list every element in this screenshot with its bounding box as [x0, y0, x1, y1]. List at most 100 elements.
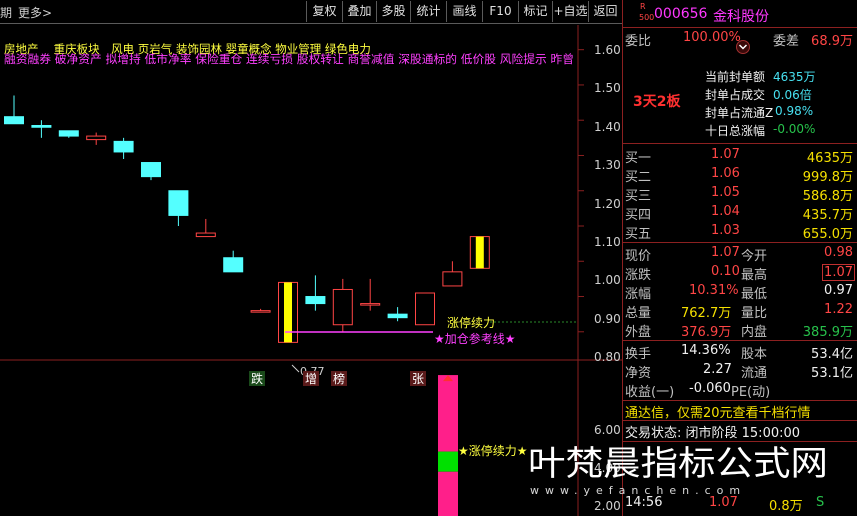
stock-code[interactable]: 000656: [654, 6, 707, 22]
candle[interactable]: [332, 278, 353, 332]
multi-stock-button[interactable]: 多股: [376, 1, 410, 22]
volume-layer: [438, 375, 458, 516]
quote-value: 10.31%: [689, 283, 739, 298]
candle-body: [250, 310, 271, 313]
candle[interactable]: [195, 218, 216, 238]
more-menu[interactable]: 更多>: [18, 4, 52, 21]
candle-body: [195, 232, 216, 238]
quote-value: 385.9万: [802, 325, 853, 340]
buy-order-row[interactable]: 买五 1.03 655.0万: [623, 223, 857, 242]
separator: [623, 400, 857, 401]
volume-signal: ★涨停续力★: [458, 443, 528, 458]
quote-value: 1.07: [822, 264, 855, 281]
candle[interactable]: [469, 236, 490, 269]
collapse-chevron-icon[interactable]: [736, 40, 750, 54]
kline-chart[interactable]: 房地产 重庆板块 风电 页岩气 装饰园林 婴童概念 物业管理 绿色电力 融资融券…: [0, 25, 622, 516]
fundamental-row: 收益(一) -0.060 PE(动): [623, 381, 857, 400]
volume-bar[interactable]: [438, 451, 458, 472]
chart-toolbar: 期 更多> 复权 叠加 多股 统计 画线 F10 标记 +自选 返回: [0, 0, 622, 24]
board-info-label: 封单占流通Z: [705, 106, 774, 120]
order-volume: 655.0万: [802, 227, 853, 242]
board-info-value: 0.98%: [775, 104, 814, 118]
candle[interactable]: [387, 307, 408, 322]
quote-label: 最高: [741, 268, 768, 283]
concept-tags-line2: 融资融券 破净资产 拟增持 低市净率 保险重仓 连续亏损 股权转让 商誉减值 深…: [4, 52, 574, 66]
quote-row: 涨幅 10.31% 最低 0.97: [623, 283, 857, 302]
stock-name[interactable]: 金科股份: [713, 6, 769, 26]
candle[interactable]: [168, 190, 189, 226]
quote-value: 762.7万: [681, 306, 732, 321]
fund-label: 流通: [741, 366, 768, 381]
order-price: 1.03: [711, 223, 740, 238]
price-tick: 1.50: [594, 81, 621, 95]
grid-layer: [578, 49, 584, 333]
candle-body: [332, 288, 353, 326]
marker-zhang[interactable]: 张: [412, 372, 424, 386]
overlay-button[interactable]: 叠加: [342, 1, 376, 22]
fund-label: 净资: [625, 366, 652, 381]
buy-order-row[interactable]: 买二 1.06 999.8万: [623, 166, 857, 185]
quote-label: 涨幅: [625, 287, 652, 302]
tick-flag: S: [816, 495, 825, 510]
order-price: 1.07: [711, 147, 740, 162]
volume-bar[interactable]: [438, 375, 458, 452]
zhangting-signal: 涨停续力: [447, 315, 495, 330]
period-label[interactable]: 期: [0, 4, 12, 21]
jiacang-signal: ★加仓参考线★: [434, 331, 516, 346]
ad-banner[interactable]: 通达信，仅需20元查看千档行情: [623, 402, 857, 421]
candle[interactable]: [223, 250, 244, 273]
candle[interactable]: [278, 281, 298, 343]
candle[interactable]: [58, 130, 79, 138]
quote-row: 外盘 376.9万 内盘 385.9万: [623, 321, 857, 340]
marker-bang[interactable]: 榜: [333, 371, 345, 386]
candle[interactable]: [250, 308, 271, 313]
fund-label: PE(动): [731, 385, 771, 400]
volume-tick: 2.00: [594, 499, 621, 513]
candle[interactable]: [360, 278, 381, 311]
fundamental-row: 净资 2.27 流通 53.1亿: [623, 362, 857, 381]
buy-order-row[interactable]: 买一 1.07 4635万: [623, 147, 857, 166]
marker-zeng[interactable]: 增: [305, 372, 317, 386]
add-watchlist-button[interactable]: +自选: [552, 1, 588, 22]
restore-rights-button[interactable]: 复权: [306, 1, 342, 22]
candle[interactable]: [305, 275, 326, 311]
candle[interactable]: [113, 137, 134, 159]
marker-die[interactable]: 跌: [251, 371, 263, 386]
candle[interactable]: [442, 261, 463, 287]
buy-order-row[interactable]: 买三 1.05 586.8万: [623, 185, 857, 204]
quote-label: 涨跌: [625, 268, 652, 283]
quote-value: 1.22: [824, 302, 853, 317]
candle[interactable]: [415, 292, 435, 326]
price-tick: 0.90: [594, 312, 621, 326]
volume-tick: 6.00: [594, 423, 621, 437]
buy-order-row[interactable]: 买四 1.04 435.7万: [623, 204, 857, 223]
mark-button[interactable]: 标记: [518, 1, 552, 22]
volume-bar[interactable]: [438, 471, 458, 516]
quote-value: 1.07: [711, 245, 740, 260]
candle[interactable]: [141, 162, 161, 181]
quote-row: 现价 1.07 今开 0.98: [623, 245, 857, 264]
candle[interactable]: [4, 95, 24, 125]
r-badge: R: [640, 2, 646, 11]
statistics-button[interactable]: 统计: [410, 1, 446, 22]
separator: [623, 441, 857, 442]
ad-text[interactable]: 通达信，仅需20元查看千档行情: [625, 402, 811, 421]
order-label: 买四: [625, 208, 652, 223]
stock-header: R 500 000656 金科股份: [623, 2, 857, 26]
candle[interactable]: [86, 132, 107, 145]
candle-body: [387, 313, 408, 319]
candle[interactable]: [31, 120, 52, 138]
candle-body: [305, 296, 326, 305]
board-info-value: 0.06倍: [773, 88, 812, 102]
quote-label: 总量: [625, 306, 652, 321]
quote-label: 量比: [741, 306, 768, 321]
f10-button[interactable]: F10: [482, 1, 518, 22]
board-info-value: 4635万: [773, 70, 816, 84]
tick-time: 14:56: [625, 495, 663, 510]
order-label: 买一: [625, 151, 652, 166]
order-label: 买二: [625, 170, 652, 185]
back-button[interactable]: 返回: [588, 1, 622, 22]
kline-svg[interactable]: 房地产 重庆板块 风电 页岩气 装饰园林 婴童概念 物业管理 绿色电力 融资融券…: [0, 25, 622, 516]
board-info-label: 封单占成交: [705, 88, 766, 102]
draw-line-button[interactable]: 画线: [446, 1, 482, 22]
